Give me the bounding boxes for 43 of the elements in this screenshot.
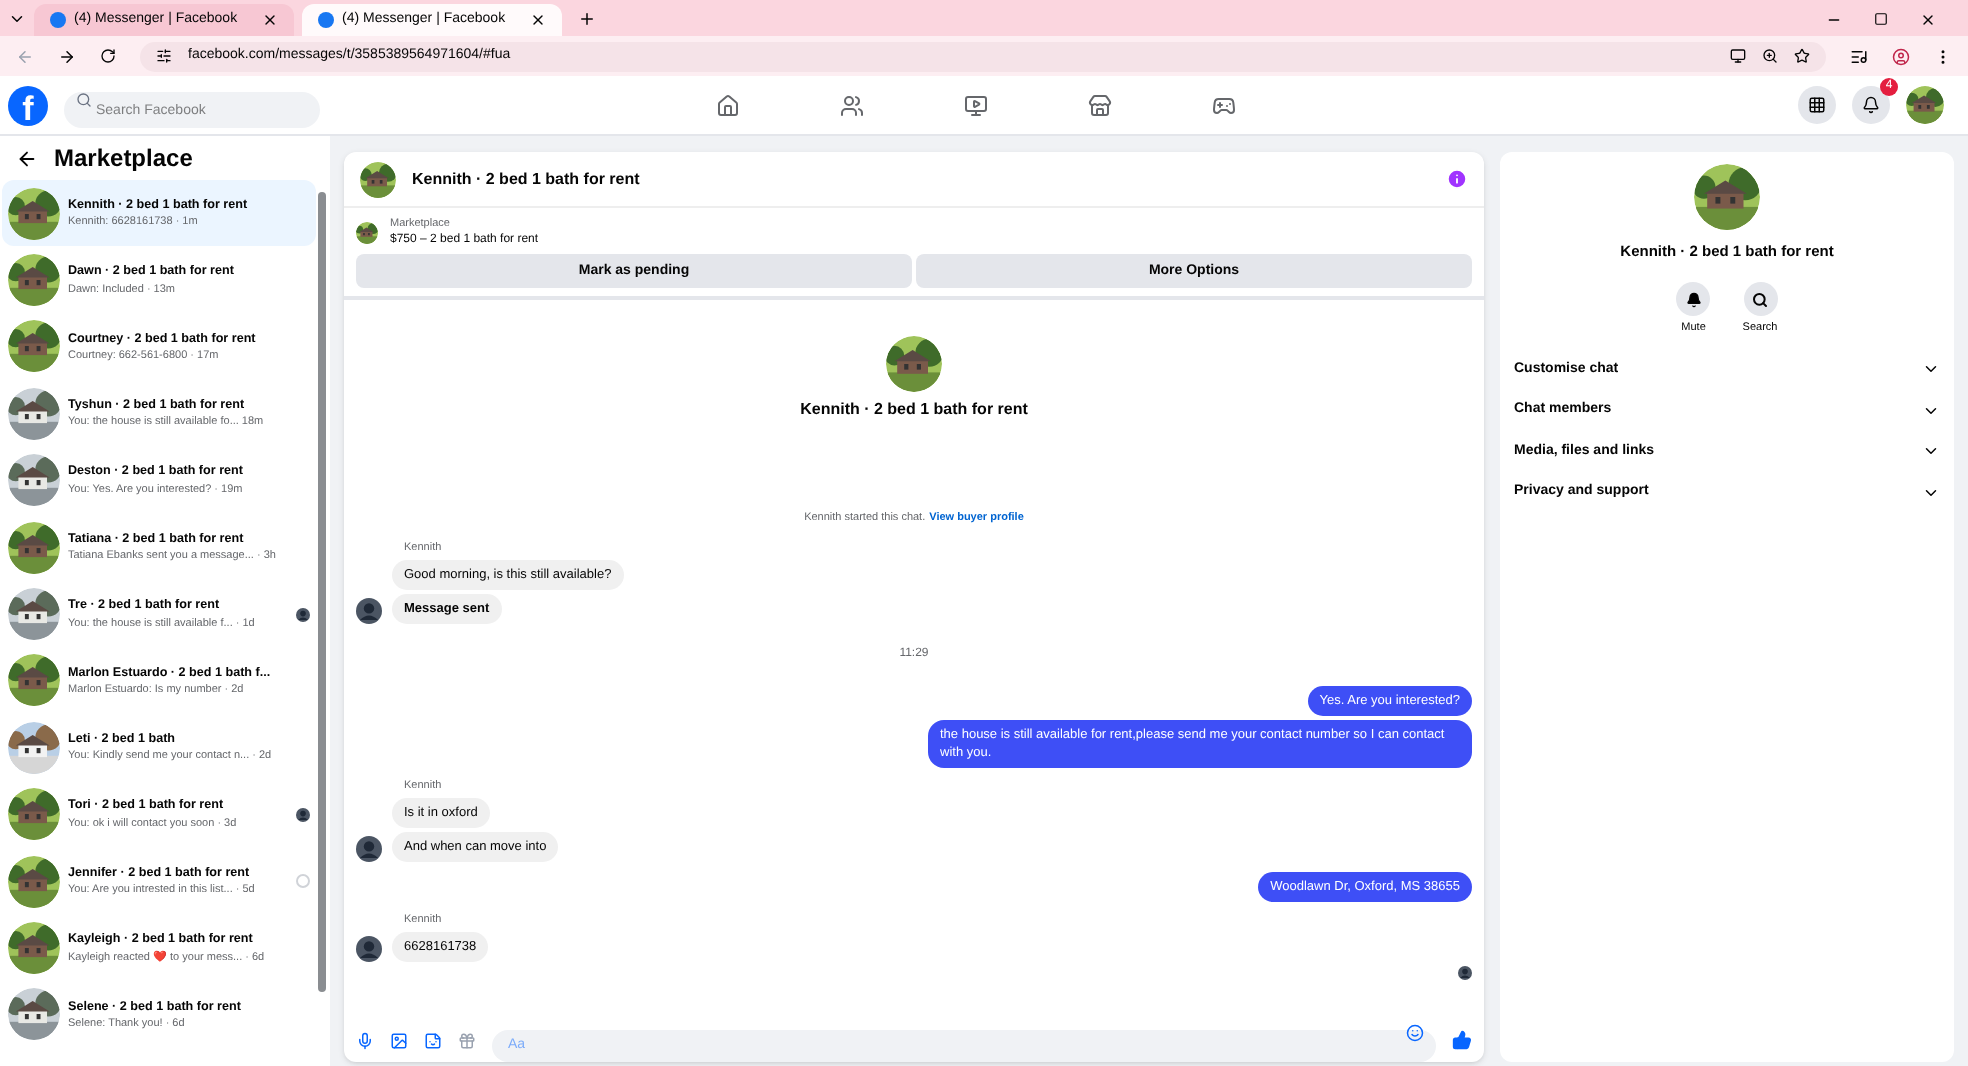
seen-avatar — [1458, 966, 1472, 981]
emoji-icon[interactable] — [1406, 1023, 1424, 1041]
intro-name: Kennith · 2 bed 1 bath for rent — [800, 398, 1028, 423]
details-action-button[interactable] — [1676, 282, 1711, 317]
new-tab-icon[interactable] — [578, 10, 596, 28]
maximize-icon[interactable] — [1874, 12, 1888, 26]
sender-avatar — [356, 597, 382, 624]
search-icon — [76, 91, 92, 107]
grid-icon — [1808, 96, 1826, 114]
media-icon[interactable] — [1850, 47, 1868, 65]
info-icon[interactable] — [1446, 168, 1468, 190]
profile-icon[interactable] — [1892, 47, 1910, 65]
friends-icon[interactable] — [840, 93, 864, 117]
close-icon[interactable] — [262, 12, 278, 28]
close-icon[interactable] — [1920, 12, 1936, 28]
sidebar-title: Marketplace — [54, 142, 193, 176]
store-icon[interactable] — [1088, 93, 1112, 117]
details-action-button[interactable] — [1743, 282, 1777, 317]
chat-title: Kennith · 2 bed 1 bath for rent — [412, 167, 642, 191]
gamepad-icon[interactable] — [1212, 93, 1236, 117]
back-icon[interactable] — [16, 147, 38, 169]
close-icon[interactable] — [530, 12, 546, 28]
forward-icon[interactable] — [58, 47, 76, 65]
favicon-icon — [50, 12, 66, 28]
bell-icon — [1685, 291, 1702, 308]
sender-avatar — [356, 836, 382, 862]
bell-icon — [1862, 96, 1880, 114]
search-icon — [1752, 291, 1768, 308]
zoom-icon[interactable] — [1762, 48, 1778, 64]
sender-avatar — [356, 936, 382, 963]
sticker-icon[interactable] — [424, 1031, 442, 1049]
image-icon[interactable] — [390, 1031, 408, 1049]
bookmark-icon[interactable] — [1794, 48, 1810, 64]
video-icon[interactable] — [964, 93, 988, 117]
apps-button[interactable] — [1798, 86, 1836, 124]
site-info-icon — [156, 48, 172, 64]
reload-icon[interactable] — [100, 48, 116, 64]
facebook-logo[interactable]: f — [8, 85, 48, 125]
home-icon[interactable] — [716, 93, 740, 117]
microphone-icon[interactable] — [356, 1031, 374, 1049]
like-icon[interactable] — [1452, 1030, 1472, 1050]
tab-list-icon[interactable] — [8, 10, 26, 28]
favicon-icon — [318, 12, 334, 28]
